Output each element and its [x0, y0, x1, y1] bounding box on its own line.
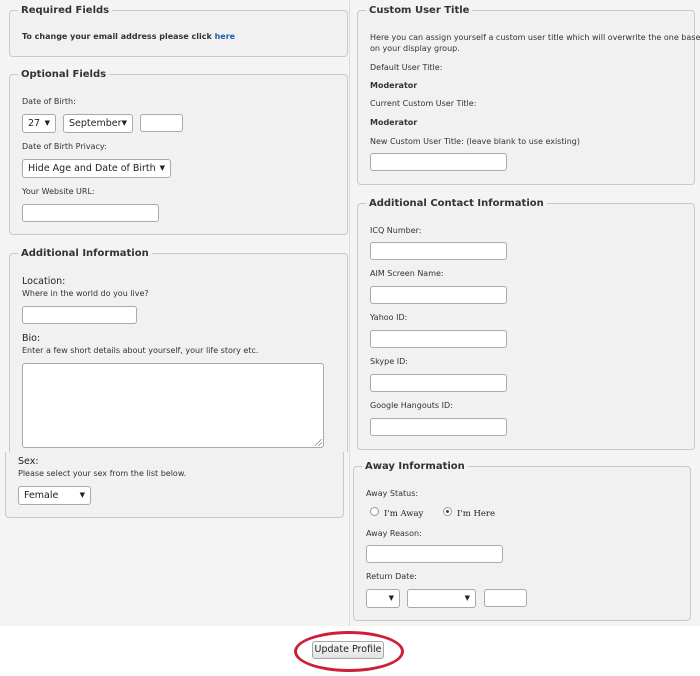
default-title-label: Default User Title:	[370, 63, 443, 72]
new-title-label: New Custom User Title: (leave blank to u…	[370, 137, 580, 146]
sex-value: Female	[24, 490, 59, 501]
website-label: Your Website URL:	[22, 187, 95, 196]
return-month-select[interactable]: ▼	[407, 589, 476, 608]
custom-title-desc-line1: Here you can assign yourself a custom us…	[370, 33, 700, 42]
aim-input[interactable]	[370, 286, 507, 304]
away-radio[interactable]	[370, 507, 379, 516]
contact-info-section: Additional Contact Information	[357, 198, 695, 450]
here-radio[interactable]	[443, 507, 452, 516]
bio-textarea[interactable]	[22, 363, 324, 448]
return-year-input[interactable]	[484, 589, 527, 607]
new-title-input[interactable]	[370, 153, 507, 171]
column-divider	[349, 0, 350, 626]
optional-fields-legend: Optional Fields	[21, 69, 107, 80]
current-title-label: Current Custom User Title:	[370, 99, 477, 108]
custom-title-legend: Custom User Title	[369, 5, 470, 16]
here-radio-label: I'm Here	[457, 509, 495, 519]
return-day-select[interactable]: ▼	[366, 589, 400, 608]
chevron-down-icon: ▼	[79, 491, 85, 499]
dob-day-value: 27	[28, 118, 41, 129]
email-change-label: To change your email address please clic…	[22, 32, 215, 41]
contact-info-legend: Additional Contact Information	[369, 198, 544, 209]
email-change-link[interactable]: here	[215, 32, 236, 41]
website-input[interactable]	[22, 204, 159, 222]
dob-month-value: September	[69, 118, 122, 129]
dob-month-select[interactable]: September ▼	[63, 114, 133, 133]
location-input[interactable]	[22, 306, 137, 324]
dob-year-input[interactable]	[140, 114, 183, 132]
sex-select[interactable]: Female ▼	[18, 486, 91, 505]
required-fields-legend: Required Fields	[21, 5, 110, 16]
chevron-down-icon: ▼	[159, 164, 165, 172]
dob-privacy-value: Hide Age and Date of Birth	[28, 163, 156, 174]
dob-privacy-select[interactable]: Hide Age and Date of Birth ▼	[22, 159, 171, 178]
dob-privacy-label: Date of Birth Privacy:	[22, 142, 107, 151]
sex-label: Sex:	[18, 456, 39, 467]
dob-day-select[interactable]: 27 ▼	[22, 114, 56, 133]
skype-input[interactable]	[370, 374, 507, 392]
away-reason-label: Away Reason:	[366, 529, 422, 538]
email-change-text: To change your email address please clic…	[22, 32, 235, 41]
aim-label: AIM Screen Name:	[370, 269, 444, 278]
chevron-down-icon: ▼	[388, 594, 394, 602]
chevron-down-icon: ▼	[121, 119, 127, 127]
chevron-down-icon: ▼	[464, 594, 470, 602]
location-description: Where in the world do you live?	[22, 289, 149, 298]
hangouts-label: Google Hangouts ID:	[370, 401, 453, 410]
icq-label: ICQ Number:	[370, 226, 422, 235]
additional-info-legend: Additional Information	[21, 248, 149, 259]
bio-description: Enter a few short details about yourself…	[22, 346, 259, 355]
yahoo-label: Yahoo ID:	[370, 313, 408, 322]
dob-label: Date of Birth:	[22, 97, 76, 106]
icq-input[interactable]	[370, 242, 507, 260]
default-title-value: Moderator	[370, 81, 418, 90]
chevron-down-icon: ▼	[44, 119, 50, 127]
current-title-value: Moderator	[370, 118, 418, 127]
away-reason-input[interactable]	[366, 545, 503, 563]
location-label: Location:	[22, 276, 66, 287]
hangouts-input[interactable]	[370, 418, 507, 436]
update-profile-button[interactable]: Update Profile	[312, 641, 384, 659]
yahoo-input[interactable]	[370, 330, 507, 348]
sex-row-box	[5, 452, 344, 518]
skype-label: Skype ID:	[370, 357, 408, 366]
required-fields-section: Required Fields	[9, 5, 348, 57]
bio-label: Bio:	[22, 333, 41, 344]
sex-description: Please select your sex from the list bel…	[18, 469, 187, 478]
away-info-legend: Away Information	[365, 461, 465, 472]
away-status-label: Away Status:	[366, 489, 419, 498]
return-date-label: Return Date:	[366, 572, 417, 581]
custom-title-desc-line2: on your display group.	[370, 44, 460, 53]
away-radio-label: I'm Away	[384, 509, 424, 519]
resize-grip-icon[interactable]	[315, 439, 322, 446]
